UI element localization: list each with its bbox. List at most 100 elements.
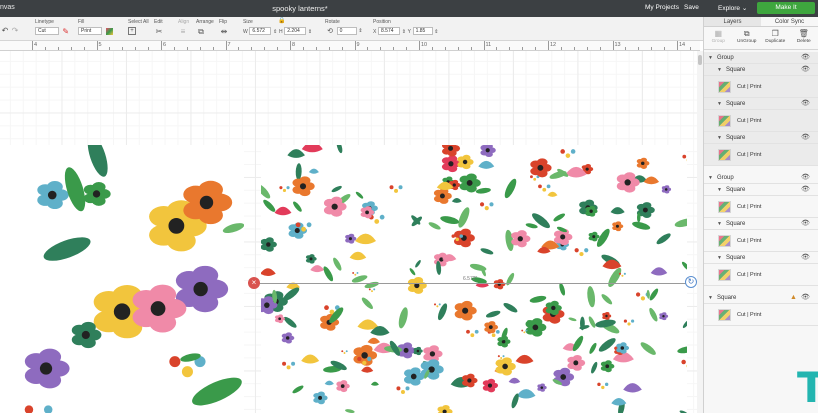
width-stepper-icon[interactable]: ⇕ (273, 29, 277, 35)
collapse-arrow-icon[interactable]: ▼ (717, 184, 722, 196)
layer-square-row[interactable]: ▼ Square 👁 (704, 218, 818, 230)
flip-control: Flip ⇹ (219, 19, 229, 36)
layer-square-row[interactable]: ▼ Square 👁 (704, 252, 818, 264)
scrollbar-thumb[interactable] (698, 55, 702, 65)
select-all-icon[interactable]: + (128, 27, 136, 35)
eye-icon[interactable]: 👁 (801, 218, 810, 230)
collapse-arrow-icon[interactable]: ▼ (717, 64, 722, 76)
ruler-tick-label: 13 (614, 42, 621, 48)
layer-item[interactable]: Cut | Print (704, 264, 818, 286)
delete-handle-icon[interactable]: × (248, 277, 260, 289)
y-stepper-icon[interactable]: ⇕ (434, 29, 438, 35)
layer-group-row[interactable]: ▼ Group 👁 (704, 52, 818, 64)
my-projects-link[interactable]: My Projects (645, 4, 679, 11)
floral-pattern-image-left[interactable] (0, 145, 244, 413)
ruler-tick-mark (470, 47, 472, 50)
layer-item[interactable]: Cut | Print (704, 196, 818, 218)
position-control: Position X 8.574 ⇕ Y 1.85 ⇕ (373, 19, 438, 35)
ruler-tick-mark (419, 41, 420, 50)
pen-icon[interactable]: ✎ (61, 27, 71, 36)
channel-logo-t-icon: T (797, 363, 818, 412)
eye-icon[interactable]: 👁 (801, 184, 810, 196)
group-icon: ▦ (714, 29, 723, 38)
redo-icon[interactable]: ↷ (10, 26, 20, 35)
ruler-tick-mark (83, 47, 85, 50)
group-button[interactable]: ▦ Group (704, 29, 733, 49)
layer-operation: Cut | Print (737, 312, 762, 318)
collapse-arrow-icon[interactable]: ▼ (708, 172, 713, 184)
layer-square-row[interactable]: ▼ Square 👁 (704, 64, 818, 76)
collapse-arrow-icon[interactable]: ▼ (717, 132, 722, 144)
document-title[interactable]: spooky lanterns* (0, 4, 600, 13)
layer-group-row[interactable]: ▼ Group 👁 (704, 172, 818, 184)
eye-icon[interactable]: 👁 (801, 98, 810, 110)
layer-square-row[interactable]: ▼ Square ▲ 👁 (704, 292, 818, 304)
collapse-arrow-icon[interactable]: ▼ (717, 98, 722, 110)
layer-item[interactable]: Cut | Print (704, 144, 818, 166)
delete-button[interactable]: 🗑 Delete (790, 29, 818, 49)
x-input[interactable]: 8.574 (378, 27, 401, 35)
collapse-arrow-icon[interactable]: ▼ (708, 292, 713, 304)
ungroup-button[interactable]: ⧉ UnGroup (733, 29, 762, 49)
warning-icon[interactable]: ▲ (790, 292, 797, 304)
x-stepper-icon[interactable]: ⇕ (402, 29, 406, 35)
ruler-tick-mark (290, 41, 291, 50)
layer-square-row[interactable]: ▼ Square 👁 (704, 132, 818, 144)
scissors-icon[interactable]: ✂ (154, 27, 164, 36)
eye-icon[interactable]: 👁 (801, 172, 810, 184)
layer-item[interactable]: Cut | Print (704, 230, 818, 252)
width-label: W (243, 29, 248, 35)
rotate-stepper-icon[interactable]: ⇕ (358, 28, 362, 34)
rotate-icon[interactable]: ⟲ (325, 27, 335, 36)
layer-item[interactable]: Cut | Print (704, 76, 818, 98)
eye-icon[interactable]: 👁 (801, 64, 810, 76)
tab-layers[interactable]: Layers (704, 17, 761, 26)
layer-square-row[interactable]: ▼ Square 👁 (704, 98, 818, 110)
linetype-control: Linetype Cut ✎ (35, 19, 71, 36)
save-button[interactable]: Save (684, 4, 699, 11)
align-icon[interactable]: ≡ (178, 27, 188, 36)
undo-icon[interactable]: ↶ (0, 26, 10, 35)
pattern-swatch-icon[interactable] (105, 28, 113, 35)
linetype-select[interactable]: Cut (35, 27, 59, 35)
selection-width-guide (254, 283, 690, 284)
layer-square-standalone: ▼ Square ▲ 👁 Cut | Print (704, 292, 818, 326)
ruler-tick-mark (251, 47, 253, 50)
collapse-arrow-icon[interactable]: ▼ (717, 252, 722, 264)
eye-icon[interactable]: 👁 (801, 132, 810, 144)
top-bar: nvas spooky lanterns* My Projects Save E… (0, 0, 818, 17)
height-input[interactable]: 2.204 (284, 27, 307, 35)
edit-label: Edit (154, 19, 163, 25)
ruler-tick-mark (457, 47, 459, 50)
rotate-input[interactable]: 0 (336, 27, 357, 35)
ruler-tick-mark (315, 47, 317, 50)
layer-thumbnail (718, 81, 731, 93)
fill-select[interactable]: Print (78, 27, 102, 35)
lock-icon[interactable]: 🔒 (277, 17, 287, 26)
layer-square-row[interactable]: ▼ Square 👁 (704, 184, 818, 196)
flip-label: Flip (219, 19, 228, 25)
width-input[interactable]: 6.572 (249, 27, 272, 35)
arrange-icon[interactable]: ⧉ (196, 27, 206, 36)
ruler-tick-mark (225, 41, 227, 50)
flip-icon[interactable]: ⇹ (219, 27, 229, 36)
collapse-arrow-icon[interactable]: ▼ (708, 52, 713, 64)
rotate-handle-icon[interactable]: ↻ (685, 276, 697, 288)
eye-icon[interactable]: 👁 (801, 52, 810, 64)
tab-color-sync[interactable]: Color Sync (761, 17, 818, 26)
eye-icon[interactable]: 👁 (801, 292, 810, 304)
ruler-tick-mark (522, 47, 524, 50)
height-stepper-icon[interactable]: ⇕ (308, 29, 312, 35)
layer-thumbnail (718, 149, 731, 161)
y-input[interactable]: 1.85 (412, 27, 433, 35)
explore-menu[interactable]: Explore ⌄ (718, 4, 747, 12)
ruler-tick-mark (406, 47, 408, 50)
eye-icon[interactable]: 👁 (801, 252, 810, 264)
layer-item[interactable]: Cut | Print (704, 110, 818, 132)
make-it-button[interactable]: Make It (757, 2, 815, 14)
duplicate-button[interactable]: ❐ Duplicate (761, 29, 790, 49)
position-label: Position (373, 19, 391, 25)
collapse-arrow-icon[interactable]: ▼ (717, 218, 722, 230)
layer-item[interactable]: Cut | Print (704, 304, 818, 326)
layer-name: Group (717, 175, 734, 181)
